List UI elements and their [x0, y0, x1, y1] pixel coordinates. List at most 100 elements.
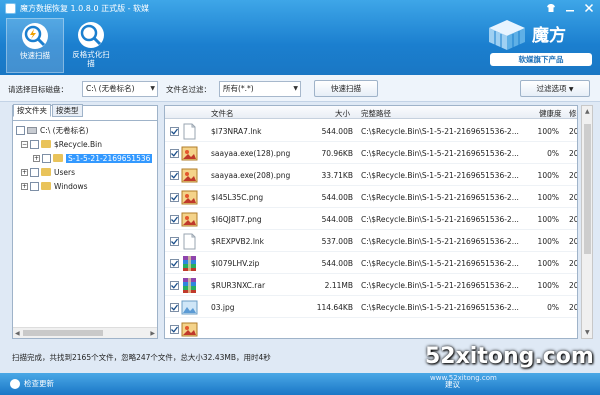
row-checkbox[interactable]	[170, 281, 179, 290]
tree-node-sid-folder[interactable]: + S-1-5-21-2169651536	[33, 152, 153, 164]
tree-checkbox[interactable]	[30, 139, 39, 149]
file-size: 544.00B	[321, 215, 353, 224]
file-health: 0%	[547, 303, 559, 312]
tree-checkbox[interactable]	[30, 181, 39, 191]
format-scan-label: 反格式化扫描	[72, 50, 110, 68]
row-checkbox[interactable]	[170, 303, 179, 312]
quick-scan-button[interactable]: 快速扫描	[314, 80, 378, 97]
cube-logo-icon	[489, 20, 525, 50]
table-row[interactable]: $RUR3NXC.rar 2.11MB C:\$Recycle.Bin\S-1-5-…	[165, 274, 577, 296]
image-icon	[181, 145, 198, 162]
file-name: $REXPVB2.lnk	[211, 237, 264, 246]
scrollbar-thumb[interactable]	[23, 330, 103, 336]
column-header-health[interactable]: 健康度	[539, 108, 562, 119]
filename-filter-select[interactable]: 所有(*.*) ▼	[219, 81, 301, 97]
archive-icon	[181, 255, 198, 272]
tree-node-label-selected: S-1-5-21-2169651536	[66, 153, 153, 163]
minimize-icon[interactable]	[565, 3, 575, 13]
table-row[interactable]: saayaa.exe(128).png 70.96KB C:\$Recycle.Bi…	[165, 142, 577, 164]
file-name: 03.jpg	[211, 303, 235, 312]
scrollbar-thumb[interactable]	[584, 124, 591, 254]
photo-icon	[181, 299, 198, 316]
row-checkbox[interactable]	[170, 171, 179, 180]
row-checkbox[interactable]	[170, 127, 179, 136]
table-row[interactable]: $I6QJ8T7.png 544.00B C:\$Recycle.Bin\S-1-5…	[165, 208, 577, 230]
window-title: 魔方数据恢复 1.0.8.0 正式版 - 软媒	[20, 4, 150, 13]
file-size: 2.11MB	[324, 281, 353, 290]
doc-icon	[181, 123, 198, 140]
file-path: C:\$Recycle.Bin\S-1-5-21-2169651536-2...	[361, 215, 519, 224]
image-icon	[181, 167, 198, 184]
table-row[interactable]: $I45L35C.png 544.00B C:\$Recycle.Bin\S-1-5…	[165, 186, 578, 208]
tree-node-recycle-bin[interactable]: − $Recycle.Bin	[21, 138, 102, 150]
disk-select[interactable]: C:\ (无卷标名) ▼	[82, 81, 158, 97]
image-icon	[181, 321, 198, 338]
quick-scan-tool-button[interactable]: 快速扫描	[6, 18, 64, 73]
row-checkbox[interactable]	[170, 325, 179, 334]
tree-node-users[interactable]: + Users	[21, 166, 75, 178]
file-modified: 20	[569, 193, 578, 202]
row-checkbox[interactable]	[170, 259, 179, 268]
expand-icon[interactable]: +	[21, 168, 28, 176]
filter-options-button[interactable]: 过滤选项 ▼	[520, 80, 590, 97]
row-checkbox[interactable]	[170, 193, 179, 202]
tree-horizontal-scrollbar[interactable]: ◀ ▶	[13, 327, 157, 338]
table-row[interactable]: $I73NRA7.lnk 544.00B C:\$Recycle.Bin\S-1-5…	[165, 120, 577, 142]
footer-bar: 检查更新 建议	[0, 373, 600, 395]
tree-node-label: $Recycle.Bin	[54, 139, 103, 149]
check-update-link[interactable]: 检查更新	[10, 378, 54, 389]
folder-icon	[41, 182, 51, 190]
file-path: C:\$Recycle.Bin\S-1-5-21-2169651536-2...	[361, 259, 519, 268]
row-checkbox[interactable]	[170, 149, 179, 158]
file-health: 100%	[537, 281, 559, 290]
folder-tree-panel: 按文件夹 按类型 C:\ (无卷标名) − $Recycle.Bin + S-1…	[12, 104, 158, 339]
file-health: 100%	[537, 193, 559, 202]
table-row[interactable]: $I079LHV.zip 544.00B C:\$Recycle.Bin\S-1-5…	[165, 252, 577, 274]
table-row[interactable]: $REXPVB2.lnk 537.00B C:\$Recycle.Bin\S-1-5…	[165, 230, 577, 252]
file-size: 544.00B	[321, 259, 353, 268]
tree-node-windows[interactable]: + Windows	[21, 180, 87, 192]
file-health: 100%	[537, 171, 559, 180]
row-checkbox[interactable]	[170, 215, 179, 224]
file-size: 537.00B	[321, 237, 353, 246]
collapse-icon[interactable]: −	[21, 140, 28, 148]
column-header-path[interactable]: 完整路径	[361, 108, 391, 119]
table-row[interactable]	[165, 318, 577, 338]
column-header-name[interactable]: 文件名	[211, 108, 234, 119]
scroll-left-icon[interactable]: ◀	[15, 328, 20, 339]
tab-by-folder[interactable]: 按文件夹	[13, 104, 51, 117]
file-size: 114.64KB	[316, 303, 353, 312]
tree-node-label: Users	[54, 167, 76, 177]
file-name: $I45L35C.png	[211, 193, 264, 202]
scroll-right-icon[interactable]: ▶	[150, 328, 155, 339]
expand-icon[interactable]: +	[21, 182, 28, 190]
table-row[interactable]: saayaa.exe(208).png 33.71KB C:\$Recycle.Bi…	[165, 164, 577, 186]
table-row[interactable]: 03.jpg 114.64KB C:\$Recycle.Bin\S-1-5-21-2…	[165, 296, 577, 318]
chevron-down-icon: ▼	[568, 86, 574, 93]
tree-node-drive[interactable]: C:\ (无卷标名)	[16, 124, 89, 136]
tree-checkbox[interactable]	[30, 167, 39, 177]
window-controls	[546, 3, 594, 13]
file-size: 70.96KB	[321, 149, 353, 158]
file-size: 544.00B	[321, 193, 353, 202]
file-name: saayaa.exe(128).png	[211, 149, 291, 158]
tree-checkbox[interactable]	[42, 153, 51, 163]
format-scan-icon	[78, 22, 104, 48]
image-icon	[181, 189, 198, 206]
file-name: $RUR3NXC.rar	[211, 281, 266, 290]
row-checkbox[interactable]	[170, 237, 179, 246]
table-vertical-scrollbar[interactable]: ▲ ▼	[581, 105, 593, 339]
file-size: 544.00B	[321, 127, 353, 136]
scroll-down-icon[interactable]: ▼	[585, 329, 590, 336]
file-path: C:\$Recycle.Bin\S-1-5-21-2169651536-2...	[361, 281, 519, 290]
watermark-url: www.52xitong.com	[430, 374, 497, 382]
tree-checkbox[interactable]	[16, 125, 25, 135]
scroll-up-icon[interactable]: ▲	[585, 108, 590, 115]
expand-icon[interactable]: +	[33, 154, 40, 162]
column-header-modified[interactable]: 修	[569, 108, 577, 119]
tab-by-type[interactable]: 按类型	[52, 104, 83, 117]
format-scan-tool-button[interactable]: 反格式化扫描	[62, 18, 120, 73]
close-icon[interactable]	[584, 3, 594, 13]
column-header-size[interactable]: 大小	[335, 108, 350, 119]
skin-icon[interactable]	[546, 3, 556, 13]
